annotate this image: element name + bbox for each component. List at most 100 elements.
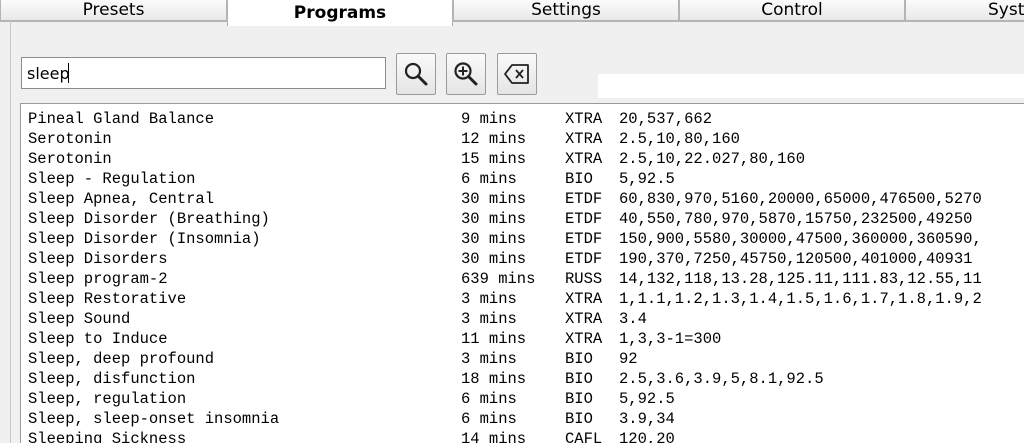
program-duration: 30 mins <box>461 250 527 268</box>
tab-label: Settings <box>531 0 601 20</box>
tab-control[interactable]: Control <box>679 0 905 21</box>
program-frequencies: 1,3,3-1=300 <box>619 330 722 348</box>
list-item[interactable]: Sleep, disfunction 18 mins BIO 2.5,3.6,3.9,… <box>21 369 1024 389</box>
program-type: CAFL <box>565 430 603 443</box>
program-duration: 3 mins <box>461 290 517 308</box>
program-type: XTRA <box>565 310 603 328</box>
magnifier-icon <box>404 62 428 86</box>
program-type: BIO <box>565 350 593 368</box>
list-item[interactable]: Sleep, regulation 6 mins BIO 5,92.5 <box>21 389 1024 409</box>
zoom-in-icon <box>454 62 478 86</box>
list-item[interactable]: Sleep Sound 3 mins XTRA 3.4 <box>21 309 1024 329</box>
advanced-search-button[interactable] <box>446 53 486 95</box>
tab-label: Programs <box>293 3 387 23</box>
program-type: BIO <box>565 170 593 188</box>
tab-programs[interactable]: Programs <box>227 0 453 26</box>
program-name: Sleep Apnea, Central <box>28 190 215 208</box>
program-duration: 639 mins <box>461 270 536 288</box>
program-name: Sleep, deep profound <box>28 350 215 368</box>
program-duration: 9 mins <box>461 110 517 128</box>
program-name: Sleep Disorders <box>28 250 168 268</box>
program-frequencies: 20,537,662 <box>619 110 713 128</box>
list-item[interactable]: Sleeping Sickness 14 mins CAFL 120,20 <box>21 429 1024 443</box>
program-duration: 15 mins <box>461 150 527 168</box>
tab-label: Presets <box>82 0 145 20</box>
tab-label: Control <box>761 0 823 20</box>
tab-divider-line <box>0 21 1024 22</box>
tab-settings[interactable]: Settings <box>453 0 679 21</box>
program-type: ETDF <box>565 210 603 228</box>
program-duration: 14 mins <box>461 430 527 443</box>
panel-border <box>10 21 11 443</box>
list-item[interactable]: Sleep Apnea, Central 30 mins ETDF 60,830,97… <box>21 189 1024 209</box>
program-duration: 6 mins <box>461 170 517 188</box>
program-frequencies: 92 <box>619 350 638 368</box>
program-name: Sleeping Sickness <box>28 430 187 443</box>
program-duration: 3 mins <box>461 350 517 368</box>
program-name: Sleep, regulation <box>28 390 187 408</box>
tab-system[interactable]: Syste <box>905 0 1024 21</box>
program-results-list[interactable]: Pineal Gland Balance 9 mins XTRA 20,537,662… <box>20 103 1024 443</box>
list-item[interactable]: Sleep Disorder (Breathing) 30 mins ETDF 40,… <box>21 209 1024 229</box>
program-type: BIO <box>565 410 593 428</box>
program-type: ETDF <box>565 190 603 208</box>
program-frequencies: 2.5,3.6,3.9,5,8.1,92.5 <box>619 370 824 388</box>
program-type: XTRA <box>565 290 603 308</box>
program-duration: 3 mins <box>461 310 517 328</box>
list-item[interactable]: Sleep to Induce 11 mins XTRA 1,3,3-1=300 <box>21 329 1024 349</box>
tab-presets[interactable]: Presets <box>0 0 227 21</box>
program-type: RUSS <box>565 270 603 288</box>
program-duration: 18 mins <box>461 370 527 388</box>
program-duration: 30 mins <box>461 230 527 248</box>
program-frequencies: 5,92.5 <box>619 170 675 188</box>
list-item[interactable]: Sleep program-2 639 mins RUSS 14,132,118,13… <box>21 269 1024 289</box>
tab-label: Syste <box>988 0 1024 20</box>
program-name: Sleep - Regulation <box>28 170 196 188</box>
program-name: Pineal Gland Balance <box>28 110 215 128</box>
clear-backspace-icon <box>504 64 529 84</box>
list-item[interactable]: Pineal Gland Balance 9 mins XTRA 20,537,662 <box>21 109 1024 129</box>
text-caret <box>68 63 69 83</box>
program-name: Sleep Restorative <box>28 290 187 308</box>
program-frequencies: 120,20 <box>619 430 675 443</box>
program-frequencies: 2.5,10,80,160 <box>619 130 740 148</box>
program-frequencies: 14,132,118,13.28,125.11,111.83,12.55,11 <box>619 270 982 288</box>
program-name: Sleep program-2 <box>28 270 168 288</box>
list-item[interactable]: Sleep Restorative 3 mins XTRA 1,1.1,1.2,1.3… <box>21 289 1024 309</box>
tab-bar: Presets Programs Settings Control Syste <box>0 0 1024 26</box>
program-type: XTRA <box>565 130 603 148</box>
program-name: Sleep to Induce <box>28 330 168 348</box>
program-name: Serotonin <box>28 150 112 168</box>
list-item[interactable]: Serotonin 15 mins XTRA 2.5,10,22.027,80,160 <box>21 149 1024 169</box>
program-duration: 11 mins <box>461 330 527 348</box>
program-type: BIO <box>565 370 593 388</box>
program-duration: 30 mins <box>461 210 527 228</box>
program-duration: 30 mins <box>461 190 527 208</box>
list-item[interactable]: Sleep, sleep-onset insomnia 6 mins BIO 3.9,… <box>21 409 1024 429</box>
list-item[interactable]: Sleep Disorders 30 mins ETDF 190,370,7250,4… <box>21 249 1024 269</box>
program-type: XTRA <box>565 330 603 348</box>
search-button[interactable] <box>396 53 436 95</box>
program-type: XTRA <box>565 150 603 168</box>
program-name: Sleep Sound <box>28 310 131 328</box>
program-duration: 6 mins <box>461 410 517 428</box>
program-type: ETDF <box>565 250 603 268</box>
list-item[interactable]: Sleep Disorder (Insomnia) 30 mins ETDF 150,… <box>21 229 1024 249</box>
program-frequencies: 2.5,10,22.027,80,160 <box>619 150 806 168</box>
program-frequencies: 1,1.1,1.2,1.3,1.4,1.5,1.6,1.7,1.8,1.9,2 <box>619 290 982 308</box>
program-frequencies: 190,370,7250,45750,120500,401000,40931 <box>619 250 973 268</box>
program-name: Sleep, disfunction <box>28 370 196 388</box>
program-frequencies: 3.9,34 <box>619 410 675 428</box>
program-duration: 12 mins <box>461 130 527 148</box>
list-item[interactable]: Serotonin 12 mins XTRA 2.5,10,80,160 <box>21 129 1024 149</box>
program-name: Sleep Disorder (Insomnia) <box>28 230 261 248</box>
clear-search-button[interactable] <box>497 53 537 95</box>
list-item[interactable]: Sleep - Regulation 6 mins BIO 5,92.5 <box>21 169 1024 189</box>
program-type: BIO <box>565 390 593 408</box>
blank-field-area <box>598 74 1024 98</box>
list-item[interactable]: Sleep, deep profound 3 mins BIO 92 <box>21 349 1024 369</box>
program-frequencies: 3.4 <box>619 310 647 328</box>
program-frequencies: 150,900,5580,30000,47500,360000,360590, <box>619 230 982 248</box>
program-name: Sleep, sleep-onset insomnia <box>28 410 280 428</box>
search-input[interactable] <box>21 57 386 89</box>
